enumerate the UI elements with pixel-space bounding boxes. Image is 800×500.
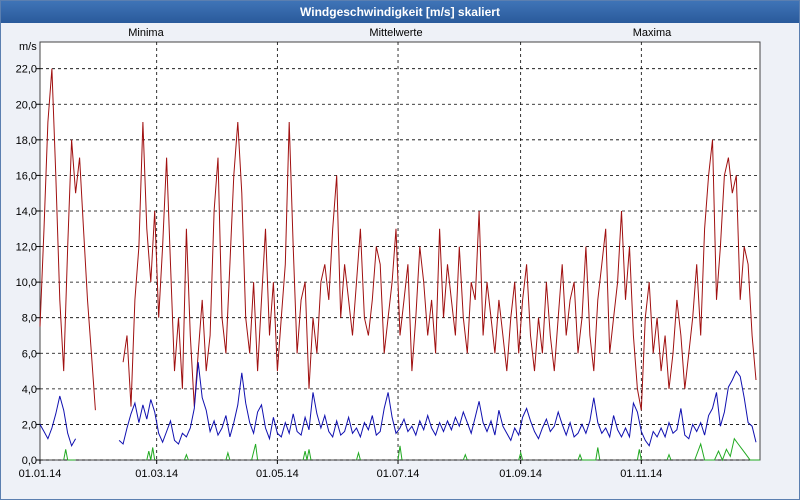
x-tick-label: 01.07.14	[377, 468, 420, 480]
x-tick-label: 01.03.14	[135, 468, 178, 480]
y-tick-label: 8,0	[22, 313, 37, 325]
y-axis-ticks: 0,0 2,0 4,0 6,0 8,0 10,0 12,0 14,0 16,0 18,0 20,0 2…	[16, 64, 40, 467]
y-axis-label: m/s	[19, 41, 37, 53]
y-tick-label: 16,0	[16, 170, 37, 182]
y-tick-label: 6,0	[22, 348, 37, 360]
x-tick-label: 01.05.14	[256, 468, 299, 480]
x-tick-label: 01.09.14	[499, 468, 542, 480]
legend-maxima: Maxima	[633, 27, 672, 39]
y-tick-label: 2,0	[22, 419, 37, 431]
x-tick-label: 01.01.14	[19, 468, 62, 480]
y-tick-label: 14,0	[16, 206, 37, 218]
y-tick-label: 12,0	[16, 242, 37, 254]
y-tick-label: 0,0	[22, 455, 37, 467]
y-tick-label: 4,0	[22, 384, 37, 396]
legend-minima: Minima	[128, 27, 164, 39]
wind-speed-chart: 0,0 2,0 4,0 6,0 8,0 10,0 12,0 14,0 16,0 18,0 20,0 2…	[16, 27, 761, 480]
y-tick-label: 20,0	[16, 99, 37, 111]
legend-mittelwerte: Mittelwerte	[369, 27, 422, 39]
y-tick-label: 22,0	[16, 64, 37, 76]
y-tick-label: 10,0	[16, 277, 37, 289]
y-tick-label: 18,0	[16, 135, 37, 147]
x-tick-label: 01.11.14	[620, 468, 662, 480]
x-axis-ticks: 01.01.14 01.03.14 01.05.14 01.07.14 01.09.14…	[19, 460, 662, 480]
